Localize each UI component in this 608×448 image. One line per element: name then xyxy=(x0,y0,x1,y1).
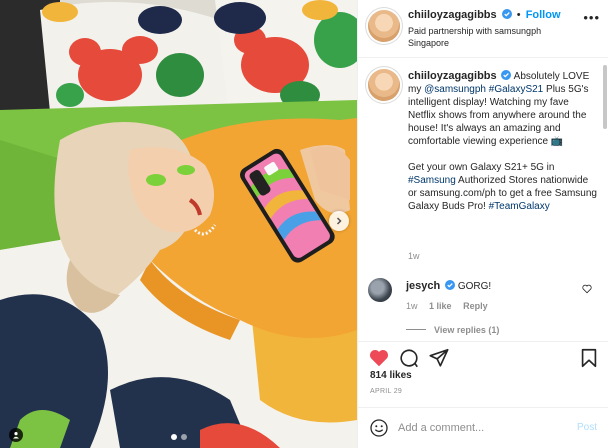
follow-button[interactable]: Follow xyxy=(526,9,561,21)
more-options-icon: ••• xyxy=(583,10,600,25)
commenter-avatar[interactable] xyxy=(368,278,392,302)
comments-section[interactable]: chiiloyzagagibbs Absolutely LOVE my @sam… xyxy=(358,59,608,340)
view-replies-label: View replies (1) xyxy=(434,325,500,335)
commenter-username[interactable]: jesych xyxy=(406,280,440,292)
carousel-next-button[interactable] xyxy=(329,211,349,231)
chevron-right-icon xyxy=(336,217,342,225)
post-date[interactable]: APRIL 29 xyxy=(370,388,402,395)
view-replies-button[interactable]: View replies (1) xyxy=(406,325,499,335)
verified-badge-icon xyxy=(501,9,512,19)
comments-scrollbar[interactable] xyxy=(603,65,607,129)
comment-text: GORG! xyxy=(457,281,492,292)
verified-badge-icon xyxy=(445,280,456,290)
paid-partnership-link[interactable]: Paid partnership with samsungph xyxy=(408,25,568,37)
post-photo[interactable] xyxy=(0,0,357,448)
location-link[interactable]: Singapore xyxy=(408,37,568,49)
author-avatar[interactable] xyxy=(368,10,400,42)
action-bar: 814 likes APRIL 29 xyxy=(358,341,608,407)
caption-hashtag-link[interactable]: #TeamGalaxy xyxy=(489,201,550,212)
carousel-indicator xyxy=(0,434,357,440)
header-line: chiiloyzagagibbs • Follow xyxy=(408,9,561,21)
post-caption: chiiloyzagagibbs Absolutely LOVE my @sam… xyxy=(408,70,598,213)
more-options-button[interactable]: ••• xyxy=(583,10,600,25)
emoji-icon[interactable] xyxy=(370,419,388,437)
header-separator: • xyxy=(516,9,521,21)
verified-badge-icon xyxy=(501,70,512,80)
share-icon[interactable] xyxy=(428,347,450,369)
comment-like-heart-icon[interactable] xyxy=(582,284,592,294)
comment-meta: 1w 1 like Reply xyxy=(406,301,497,311)
comment-icon[interactable] xyxy=(398,347,420,369)
comment-reply-button[interactable]: Reply xyxy=(463,301,488,311)
caption-username[interactable]: chiiloyzagagibbs xyxy=(408,70,497,82)
caption-hashtag-link[interactable]: #Samsung xyxy=(408,175,456,186)
add-comment-bar: Post xyxy=(358,407,608,448)
author-username[interactable]: chiiloyzagagibbs xyxy=(408,9,497,21)
caption-paragraph-prefix: Get your own Galaxy S21+ 5G in xyxy=(408,162,555,173)
heart-icon[interactable] xyxy=(368,347,390,369)
caption-emoji: 📺 xyxy=(550,136,564,147)
likes-count[interactable]: 814 likes xyxy=(370,370,412,381)
comment-likes[interactable]: 1 like xyxy=(429,301,452,311)
carousel-dot-active xyxy=(170,434,177,440)
post-details-panel: chiiloyzagagibbs • Follow Paid partnersh… xyxy=(357,0,608,448)
post-header: chiiloyzagagibbs • Follow Paid partnersh… xyxy=(358,0,608,58)
caption-mention-link[interactable]: @samsungph xyxy=(424,84,486,95)
comment-text-line: jesych GORG! xyxy=(406,280,491,292)
add-comment-input[interactable] xyxy=(398,417,558,439)
caption-author-avatar[interactable] xyxy=(368,69,400,101)
bookmark-icon[interactable] xyxy=(578,347,600,369)
carousel-dot xyxy=(180,434,187,440)
view-replies-line xyxy=(406,329,426,330)
caption-timestamp[interactable]: 1w xyxy=(408,251,420,261)
caption-hashtag-link[interactable]: #GalaxyS21 xyxy=(489,84,543,95)
post-comment-button[interactable]: Post xyxy=(577,422,597,433)
comment-timestamp[interactable]: 1w xyxy=(406,301,418,311)
post-image xyxy=(0,0,357,448)
header-subtitle: Paid partnership with samsungph Singapor… xyxy=(408,25,568,49)
